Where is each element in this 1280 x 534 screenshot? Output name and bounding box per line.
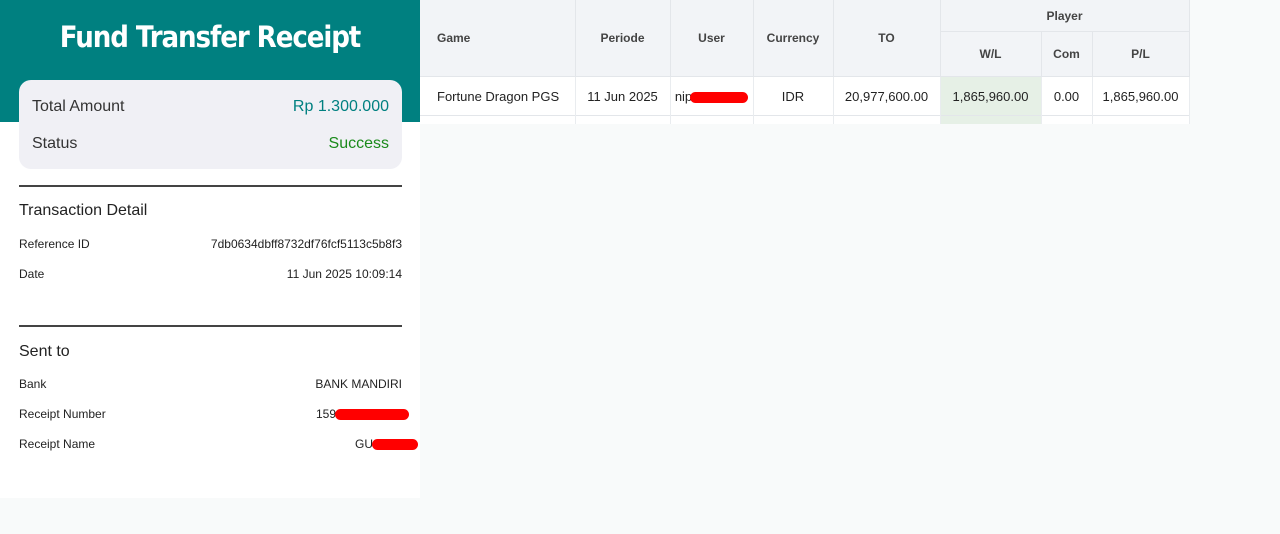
cell-currency: IDR <box>753 76 834 116</box>
cell-to: 20,977,600.00 <box>833 76 941 116</box>
empty-cell <box>833 115 941 124</box>
col-header-currency[interactable]: Currency <box>753 0 834 77</box>
bank-value: BANK MANDIRI <box>315 377 402 391</box>
table-row: Fortune Dragon PGS 11 Jun 2025 nip IDR 2… <box>420 76 1190 116</box>
receipt-number-value: 159 <box>315 407 336 421</box>
col-header-com[interactable]: Com <box>1041 31 1093 77</box>
receipt-title: Fund Transfer Receipt <box>59 20 361 54</box>
report-table: Game Periode User Currency TO Player W/L… <box>420 0 1190 124</box>
reference-id-row: Reference ID 7db0634dbff8732df76fcf5113c… <box>19 237 402 251</box>
empty-cell <box>670 115 754 124</box>
col-header-to[interactable]: TO <box>833 0 941 77</box>
date-label: Date <box>19 267 45 281</box>
redaction-mark <box>690 91 749 103</box>
redaction-mark <box>372 439 418 451</box>
date-value: 11 Jun 2025 10:09:14 <box>286 267 402 281</box>
cell-com: 0.00 <box>1041 76 1093 116</box>
bank-row: Bank BANK MANDIRI <box>19 377 402 391</box>
receipt-name-row: Receipt Name GU <box>19 437 418 451</box>
divider-middle <box>19 325 402 327</box>
cell-game: Fortune Dragon PGS <box>420 76 576 116</box>
receipt-name-value: GU <box>355 437 373 451</box>
empty-cell <box>575 115 671 124</box>
table-row <box>420 115 1190 124</box>
fund-transfer-receipt: Fund Transfer Receipt Total Amount Rp 1.… <box>0 0 420 498</box>
empty-cell <box>940 115 1042 124</box>
status-value: Success <box>328 134 389 152</box>
receipt-name-label: Receipt Name <box>19 437 96 451</box>
col-header-user[interactable]: User <box>670 0 754 77</box>
col-group-player: Player <box>940 0 1190 32</box>
status-label: Status <box>32 134 78 152</box>
cell-pl: 1,865,960.00 <box>1092 76 1190 116</box>
col-header-periode[interactable]: Periode <box>575 0 671 77</box>
transaction-detail-title: Transaction Detail <box>19 202 148 219</box>
status-row: Status Success <box>32 125 389 162</box>
reference-id-label: Reference ID <box>19 237 90 251</box>
game-report: Game Periode User Currency TO Player W/L… <box>420 0 1190 124</box>
col-header-game[interactable]: Game <box>420 0 576 77</box>
col-header-pl[interactable]: P/L <box>1092 31 1190 77</box>
receipt-number-row: Receipt Number 159 <box>19 407 409 421</box>
date-row: Date 11 Jun 2025 10:09:14 <box>19 267 402 281</box>
total-amount-value: Rp 1.300.000 <box>292 97 389 115</box>
empty-cell <box>753 115 834 124</box>
sent-to-title: Sent to <box>19 343 70 360</box>
total-amount-label: Total Amount <box>32 97 125 115</box>
receipt-name-wrap: GU <box>355 437 418 451</box>
empty-cell <box>1092 115 1190 124</box>
summary-card: Total Amount Rp 1.300.000 Status Success <box>19 80 402 169</box>
receipt-number-wrap: 159 <box>316 407 409 421</box>
cell-periode: 11 Jun 2025 <box>575 76 671 116</box>
cell-wl: 1,865,960.00 <box>940 76 1042 116</box>
page: Fund Transfer Receipt Total Amount Rp 1.… <box>0 0 1280 534</box>
bank-label: Bank <box>19 377 47 391</box>
divider-top <box>19 185 402 187</box>
redaction-mark <box>335 409 409 421</box>
cell-user: nip <box>670 76 754 116</box>
col-header-wl[interactable]: W/L <box>940 31 1042 77</box>
total-amount-row: Total Amount Rp 1.300.000 <box>32 88 389 125</box>
receipt-number-label: Receipt Number <box>19 407 106 421</box>
empty-cell <box>420 115 576 124</box>
reference-id-value: 7db0634dbff8732df76fcf5113c5b8f3 <box>210 237 402 251</box>
empty-cell <box>1041 115 1093 124</box>
